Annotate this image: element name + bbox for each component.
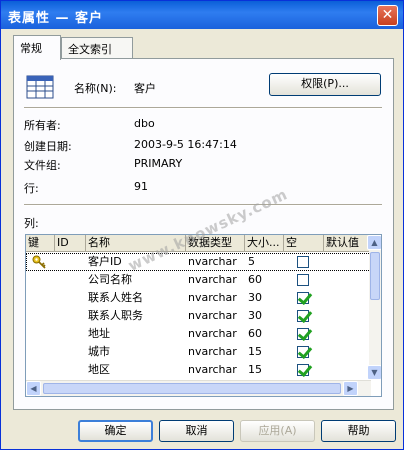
horizontal-scroll-thumb[interactable] — [43, 383, 341, 394]
column-size: 30 — [248, 291, 262, 304]
filegroup-value: PRIMARY — [134, 157, 183, 170]
title-bar[interactable]: 表属性 — 客户 ✕ — [1, 1, 403, 29]
table-row[interactable]: 客户ID nvarchar 5 — [26, 253, 371, 271]
column-name: 城市 — [88, 345, 110, 358]
column-type: nvarchar — [188, 345, 237, 358]
table-row[interactable]: 联系人姓名 nvarchar 30 — [26, 289, 371, 307]
cancel-button[interactable]: 取消 — [159, 420, 234, 442]
horizontal-scrollbar[interactable]: ◀ ▶ — [26, 380, 371, 396]
nullable-checkbox[interactable] — [297, 328, 309, 340]
nullable-checkbox[interactable] — [297, 256, 309, 268]
primary-key-icon — [32, 255, 46, 269]
columns-grid[interactable]: 键 ID 名称 数据类型 大小... 空 默认值 客户ID nvarchar 5 — [25, 234, 382, 397]
column-type: nvarchar — [188, 327, 237, 340]
column-type: nvarchar — [188, 273, 237, 286]
column-size: 60 — [248, 327, 262, 340]
header-key[interactable]: 键 — [26, 235, 55, 252]
separator — [24, 107, 382, 109]
name-label: 名称(N): — [74, 82, 117, 95]
column-name: 公司名称 — [88, 273, 132, 286]
help-button[interactable]: 帮助 — [321, 420, 396, 442]
table-icon — [26, 75, 54, 99]
column-name: 客户ID — [88, 255, 122, 268]
owner-value: dbo — [134, 117, 155, 130]
column-name: 地址 — [88, 327, 110, 340]
tab-fulltext-index[interactable]: 全文索引 — [61, 37, 133, 59]
table-row[interactable]: 联系人职务 nvarchar 30 — [26, 307, 371, 325]
column-size: 30 — [248, 309, 262, 322]
column-size: 5 — [248, 255, 255, 268]
scroll-down-icon[interactable]: ▼ — [367, 365, 381, 380]
window-title: 表属性 — 客户 — [8, 11, 104, 26]
table-row[interactable]: 地区 nvarchar 15 — [26, 361, 371, 379]
created-date-label: 创建日期: — [24, 140, 72, 153]
owner-label: 所有者: — [24, 119, 61, 132]
header-size[interactable]: 大小... — [245, 235, 284, 252]
ok-button[interactable]: 确定 — [78, 420, 153, 442]
nullable-checkbox[interactable] — [297, 292, 309, 304]
column-name: 联系人职务 — [88, 309, 143, 322]
column-type: nvarchar — [188, 291, 237, 304]
header-default[interactable]: 默认值 — [324, 235, 371, 252]
rows-label: 行: — [24, 182, 39, 195]
scroll-right-icon[interactable]: ▶ — [343, 381, 358, 396]
column-size: 60 — [248, 273, 262, 286]
nullable-checkbox[interactable] — [297, 310, 309, 322]
column-type: nvarchar — [188, 363, 237, 376]
column-type: nvarchar — [188, 309, 237, 322]
column-type: nvarchar — [188, 255, 237, 268]
columns-label: 列: — [24, 217, 39, 230]
name-value: 客户 — [134, 82, 156, 95]
table-row[interactable]: 公司名称 nvarchar 60 — [26, 271, 371, 289]
tab-general[interactable]: 常规 — [13, 35, 61, 60]
close-button[interactable]: ✕ — [377, 5, 398, 26]
column-size: 15 — [248, 345, 262, 358]
scroll-up-icon[interactable]: ▲ — [367, 235, 381, 250]
created-date-value: 2003-9-5 16:47:14 — [134, 138, 237, 151]
header-nullable[interactable]: 空 — [284, 235, 324, 252]
scroll-left-icon[interactable]: ◀ — [26, 381, 41, 396]
column-size: 15 — [248, 363, 262, 376]
nullable-checkbox[interactable] — [297, 274, 309, 286]
column-name: 地区 — [88, 363, 110, 376]
rows-value: 91 — [134, 180, 148, 193]
nullable-checkbox[interactable] — [297, 346, 309, 358]
header-id[interactable]: ID — [55, 235, 86, 252]
column-name: 联系人姓名 — [88, 291, 143, 304]
table-row[interactable]: 地址 nvarchar 60 — [26, 325, 371, 343]
vertical-scroll-thumb[interactable] — [370, 252, 380, 300]
table-row[interactable]: 城市 nvarchar 15 — [26, 343, 371, 361]
vertical-scrollbar[interactable]: ▲ ▼ — [367, 235, 381, 380]
filegroup-label: 文件组: — [24, 159, 61, 172]
nullable-checkbox[interactable] — [297, 364, 309, 376]
permissions-button[interactable]: 权限(P)... — [269, 73, 381, 96]
separator — [24, 204, 382, 206]
apply-button[interactable]: 应用(A) — [240, 420, 315, 442]
table-properties-dialog: 表属性 — 客户 ✕ 常规 全文索引 名称(N): 客户 权限(P)... 所有… — [0, 0, 404, 450]
